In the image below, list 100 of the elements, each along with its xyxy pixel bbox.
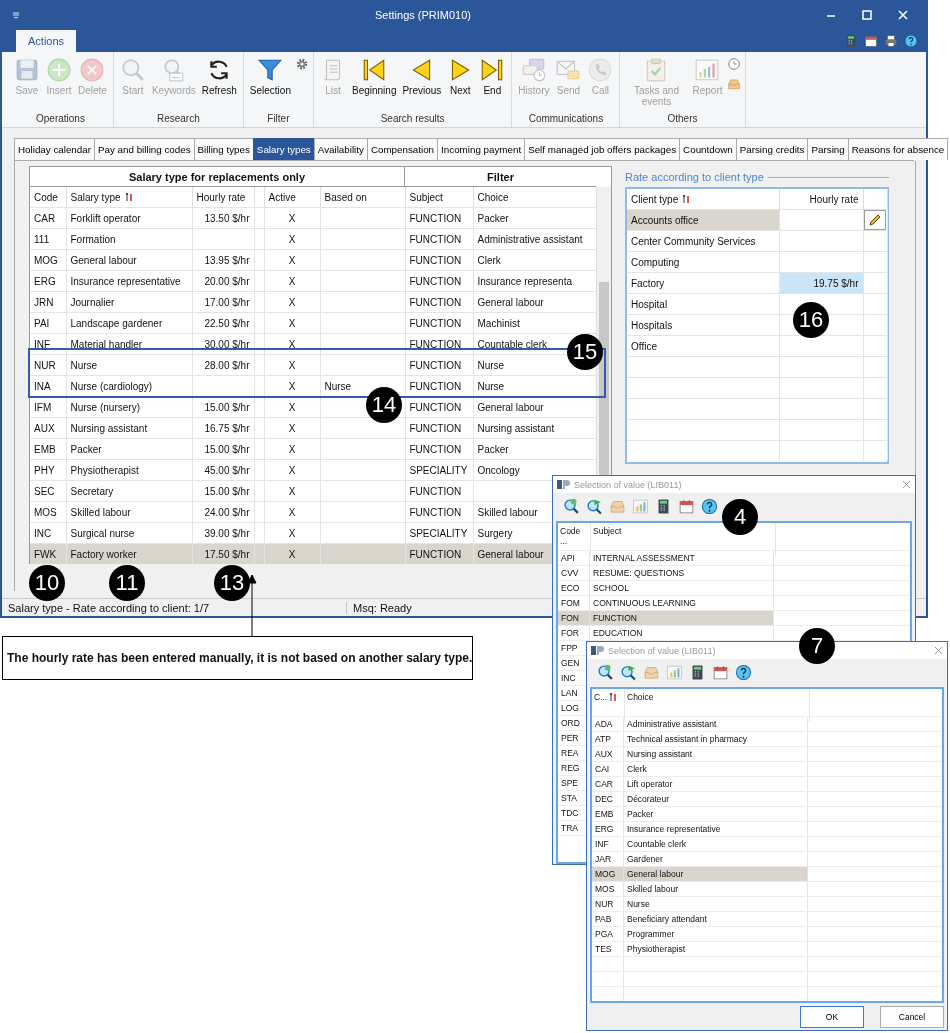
table-cell: Packer bbox=[477, 443, 509, 455]
table-cell: AUX bbox=[34, 422, 55, 434]
dialog-button[interactable]: Cancel bbox=[880, 1006, 944, 1028]
column-header[interactable]: Hourly rate bbox=[196, 191, 246, 203]
table-cell: SEC bbox=[34, 485, 55, 497]
toolbar-button[interactable]: Previous bbox=[400, 55, 444, 96]
list-cell: INF bbox=[595, 839, 609, 849]
table-cell: ERG bbox=[34, 275, 56, 287]
list-cell: Administrative assistant bbox=[627, 719, 717, 729]
maximize-icon[interactable] bbox=[862, 10, 872, 20]
table-cell: General labour bbox=[70, 254, 137, 266]
list-cell: TDC bbox=[561, 808, 579, 818]
table-cell: 20.00 $/hr bbox=[204, 275, 250, 287]
table-cell: FUNCTION bbox=[409, 338, 462, 350]
list-cell: EDUCATION bbox=[593, 628, 643, 638]
table-cell: Countable clerk bbox=[477, 338, 547, 350]
tab[interactable]: Pay and billing codes bbox=[94, 138, 195, 160]
table-cell: X bbox=[288, 548, 296, 560]
list-cell: JAR bbox=[595, 854, 612, 864]
table-cell: FUNCTION bbox=[409, 506, 462, 518]
list-cell: LAN bbox=[561, 688, 578, 698]
column-header[interactable]: Client type bbox=[631, 193, 679, 205]
magnifier-icon bbox=[563, 497, 580, 515]
table-cell: X bbox=[288, 296, 296, 308]
table-cell: FUNCTION bbox=[409, 254, 462, 266]
tab[interactable]: Reasons for absence bbox=[847, 138, 949, 160]
tab[interactable]: Compensation bbox=[366, 138, 439, 160]
plus-circle-icon bbox=[46, 57, 72, 83]
list-cell: Technical assistant in pharmacy bbox=[627, 734, 747, 744]
calculator-icon bbox=[844, 34, 858, 48]
bar-chart-icon bbox=[632, 497, 649, 515]
tab[interactable]: Parsing credits bbox=[735, 138, 809, 160]
toolbar-button[interactable]: Refresh bbox=[199, 55, 239, 96]
dialog-title: Selection of value (LIB011) bbox=[608, 645, 716, 656]
table-cell: Nursing assistant bbox=[70, 422, 148, 434]
column-header[interactable]: Subject bbox=[593, 526, 622, 536]
tab[interactable]: Self managed job offers packages bbox=[524, 138, 681, 160]
sort-icon bbox=[610, 692, 618, 702]
tab[interactable]: Incoming payment bbox=[437, 138, 526, 160]
table-cell: Nurse bbox=[324, 380, 352, 392]
tab[interactable]: Salary types bbox=[252, 138, 315, 160]
clock-icon bbox=[726, 57, 741, 71]
list-cell: INC bbox=[561, 673, 576, 683]
column-header[interactable]: Choice bbox=[627, 692, 654, 702]
list-cell: STA bbox=[561, 793, 577, 803]
annotation-arrow bbox=[247, 574, 257, 636]
toolbar-button[interactable]: Next bbox=[445, 55, 476, 96]
column-header[interactable]: C... bbox=[594, 692, 608, 702]
table-cell: X bbox=[288, 254, 296, 266]
tab[interactable]: Parsing bbox=[807, 138, 849, 160]
column-header[interactable]: Code bbox=[34, 191, 58, 203]
group-label: Search results bbox=[380, 113, 445, 126]
table-cell: 16.75 $/hr bbox=[204, 422, 250, 434]
table-cell: X bbox=[288, 443, 296, 455]
toolbar-button[interactable]: Selection bbox=[247, 55, 293, 96]
list-cell: TES bbox=[595, 944, 612, 954]
column-header[interactable]: Choice bbox=[477, 191, 509, 203]
list-cell: FON bbox=[561, 613, 579, 623]
chat-clock-icon bbox=[520, 57, 547, 83]
list-cell: SCHOOL bbox=[593, 583, 629, 593]
dialog-button[interactable]: OK bbox=[800, 1006, 864, 1028]
tab[interactable]: Availability bbox=[313, 138, 368, 160]
annotation-note: The hourly rate has been entered manually, it is not based on another salary type. bbox=[2, 636, 473, 680]
table-cell: Formation bbox=[70, 233, 116, 245]
column-header[interactable]: Active bbox=[268, 191, 296, 203]
column-header[interactable]: Salary type bbox=[70, 191, 121, 203]
column-header[interactable]: Hourly rate bbox=[809, 193, 859, 205]
toolbar-button[interactable]: Beginning bbox=[349, 55, 399, 96]
tab[interactable]: Holiday calendar bbox=[14, 138, 95, 160]
table-cell: 17.00 $/hr bbox=[204, 296, 250, 308]
help-icon bbox=[701, 497, 718, 515]
list-cell: Skilled labour bbox=[627, 884, 679, 894]
table-cell: Nurse (cardiology) bbox=[70, 380, 153, 392]
table-cell: X bbox=[288, 464, 296, 476]
table-cell: 28.00 $/hr bbox=[204, 359, 250, 371]
table-cell: Packer bbox=[70, 443, 102, 455]
list-cell: REA bbox=[561, 748, 579, 758]
app-logo-icon bbox=[591, 645, 604, 656]
column-header[interactable]: Based on bbox=[324, 191, 367, 203]
tab[interactable]: Countdown bbox=[679, 138, 737, 160]
list-cell: Physiotherapist bbox=[627, 944, 686, 954]
table-cell: EMB bbox=[34, 443, 56, 455]
table-cell: Oncology bbox=[477, 464, 520, 476]
menu-icon[interactable] bbox=[12, 11, 20, 19]
table-cell: Nurse (nursery) bbox=[70, 401, 140, 413]
table-cell: X bbox=[288, 422, 296, 434]
column-header[interactable]: Subject bbox=[409, 191, 443, 203]
magnifier-icon bbox=[597, 663, 614, 681]
table-cell: 24.00 $/hr bbox=[204, 506, 250, 518]
table-cell: CAR bbox=[34, 212, 56, 224]
magnifier-flag-icon bbox=[586, 497, 603, 515]
table-cell: FWK bbox=[34, 548, 57, 560]
toolbar-button[interactable]: End bbox=[477, 55, 508, 96]
help-icon bbox=[904, 34, 918, 48]
tab[interactable]: Billing types bbox=[193, 138, 254, 160]
ribbon-tab[interactable]: Actions bbox=[16, 30, 77, 52]
list-cell: PGA bbox=[595, 929, 613, 939]
window-title: Settings (PRIM010) bbox=[374, 9, 472, 21]
edit-button[interactable] bbox=[863, 210, 886, 230]
column-header[interactable]: Code ... bbox=[560, 526, 588, 546]
